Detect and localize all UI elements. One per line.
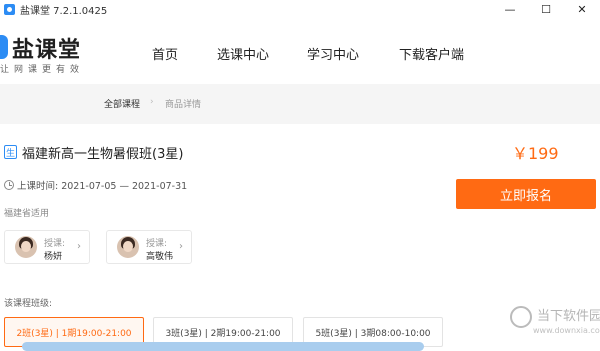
teacher-name: 高敬伟 xyxy=(146,252,174,262)
breadcrumb-separator: › xyxy=(150,97,154,107)
window-title: 盐课堂 7.2.1.0425 xyxy=(20,5,108,17)
nav-item-download-client[interactable]: 下载客户端 xyxy=(399,44,464,63)
nav-item-learning-center[interactable]: 学习中心 xyxy=(307,44,359,63)
app-logo-icon xyxy=(4,3,15,15)
nav-item-course-center[interactable]: 选课中心 xyxy=(217,44,269,63)
close-button[interactable]: ✕ xyxy=(564,0,600,18)
class-list-label: 该课程班级: xyxy=(4,299,53,309)
chevron-right-icon: › xyxy=(179,241,183,252)
enroll-button[interactable]: 立即报名 xyxy=(456,179,596,209)
chevron-right-icon: › xyxy=(77,241,81,252)
window-titlebar: 盐课堂 7.2.1.0425 — ☐ ✕ xyxy=(0,0,600,18)
teacher-card[interactable]: 授课: 高敬伟 › xyxy=(106,230,192,264)
breadcrumb-all-courses[interactable]: 全部课程 xyxy=(104,97,140,110)
course-time-text: 上课时间: 2021-07-05 — 2021-07-31 xyxy=(17,181,188,192)
teacher-card[interactable]: 授课: 杨妍 › xyxy=(4,230,90,264)
window-controls: — ☐ ✕ xyxy=(492,0,600,18)
brand-name[interactable]: 盐课堂 xyxy=(12,32,81,64)
brand-slogan: 让网课更有效 xyxy=(0,65,85,75)
teacher-role: 授课: xyxy=(44,239,66,249)
teacher-name: 杨妍 xyxy=(44,252,63,262)
maximize-button[interactable]: ☐ xyxy=(528,0,564,18)
teacher-avatar xyxy=(117,236,139,258)
site-header: 盐课堂 让网课更有效 首页 选课中心 学习中心 下载客户端 xyxy=(0,18,600,84)
teacher-role: 授课: xyxy=(146,239,168,249)
watermark-text: 当下软件园 xyxy=(537,309,600,324)
brand-logo-icon[interactable] xyxy=(0,35,8,59)
breadcrumb-current: 商品详情 xyxy=(165,100,202,110)
course-time: 上课时间: 2021-07-05 — 2021-07-31 xyxy=(4,178,187,192)
breadcrumb: 全部课程 › 商品详情 xyxy=(0,84,600,124)
watermark-logo-icon xyxy=(510,306,532,328)
course-title: 福建新高一生物暑假班(3星) xyxy=(22,147,184,162)
nav-item-home[interactable]: 首页 xyxy=(152,44,178,63)
subject-badge: 生 xyxy=(4,145,17,159)
horizontal-scrollbar[interactable] xyxy=(22,342,424,351)
course-price: ￥199 xyxy=(512,144,559,163)
teacher-avatar xyxy=(15,236,37,258)
clock-icon xyxy=(4,180,14,190)
watermark-url: www.downxia.com xyxy=(533,326,600,335)
course-region: 福建省适用 xyxy=(4,209,50,219)
minimize-button[interactable]: — xyxy=(492,0,528,18)
